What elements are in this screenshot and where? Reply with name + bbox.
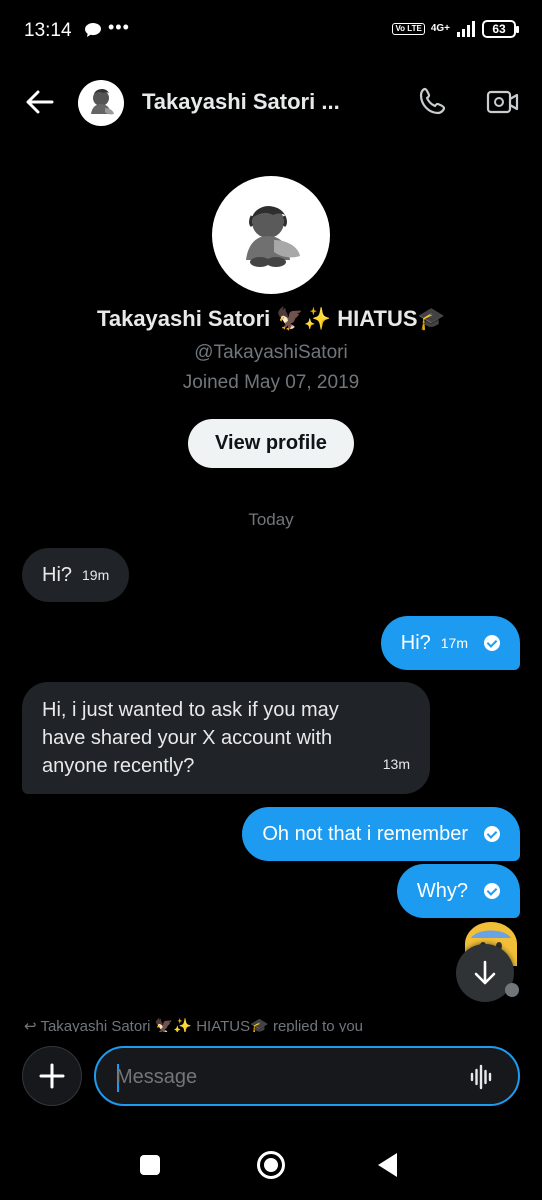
profile-avatar[interactable] [212,176,330,294]
message-text: Hi? [42,564,73,586]
status-time: 13:14 [24,20,72,41]
message-bubble-outgoing[interactable]: Oh not that i remember [242,807,520,861]
read-check-icon [484,635,500,651]
message-text: Hi, i just wanted to ask if you may have… [42,699,339,777]
message-time: 19m [82,567,110,583]
plus-icon [39,1063,65,1089]
message-bubble-outgoing[interactable]: Why? [396,864,520,918]
arrow-down-icon [474,960,496,985]
view-profile-button[interactable]: View profile [188,419,354,468]
avatar-image [246,206,300,267]
reply-notice-text: ↩ Takayashi Satori 🦅✨ HIATUS🎓 replied to… [24,1018,364,1032]
phone-icon [419,87,446,115]
add-attachment-button[interactable] [22,1046,82,1106]
recent-apps-button[interactable] [140,1155,160,1175]
header-avatar[interactable] [78,80,124,126]
call-button[interactable] [416,84,452,120]
message-input[interactable] [116,1062,456,1092]
conversation-title[interactable]: Takayashi Satori ... [142,89,340,115]
video-call-button[interactable] [484,84,522,120]
voice-wave-icon[interactable] [470,1064,494,1090]
seen-indicator-icon [505,983,519,997]
system-back-button[interactable] [378,1153,397,1177]
network-type: 4G+ [430,23,450,34]
more-notifications-icon: ••• [108,17,130,37]
chat-bubble-icon [85,23,101,37]
message-text: Hi? [400,632,431,654]
profile-handle: @TakayashiSatori [194,342,348,363]
message-text: Oh not that i remember [262,823,468,845]
profile-joined-date: Joined May 07, 2019 [182,372,360,393]
date-separator: Today [248,510,294,529]
read-check-icon [484,883,500,899]
back-button[interactable] [20,84,60,120]
message-bubble-incoming[interactable]: Hi? 19m [22,548,130,602]
avatar-image [91,88,114,115]
arrow-left-icon [26,90,54,114]
reply-notice[interactable]: ↩ Takayashi Satori 🦅✨ HIATUS🎓 replied to… [24,1018,384,1032]
message-composer[interactable] [94,1046,520,1106]
message-bubble-outgoing[interactable]: Hi? 17m [380,616,520,670]
message-text: Why? [416,880,468,902]
profile-name: Takayashi Satori 🦅✨ HIATUS🎓 [97,306,445,331]
home-button[interactable] [257,1151,285,1179]
message-time: 17m [440,635,468,651]
volte-icon: Vo LTE [392,23,425,35]
signal-icon [457,21,475,37]
system-navigation-bar [0,1130,542,1200]
conversation-header: Takayashi Satori ... [0,70,542,134]
video-camera-icon [486,90,519,114]
battery-icon: 63 [482,20,519,38]
message-bubble-incoming[interactable]: Hi, i just wanted to ask if you may have… [22,682,430,794]
status-indicators: Vo LTE 4G+ 63 [392,20,519,38]
status-bar: 13:14 ••• Vo LTE 4G+ 63 [0,0,542,64]
read-check-icon [484,826,500,842]
message-time: 13m [382,756,410,772]
